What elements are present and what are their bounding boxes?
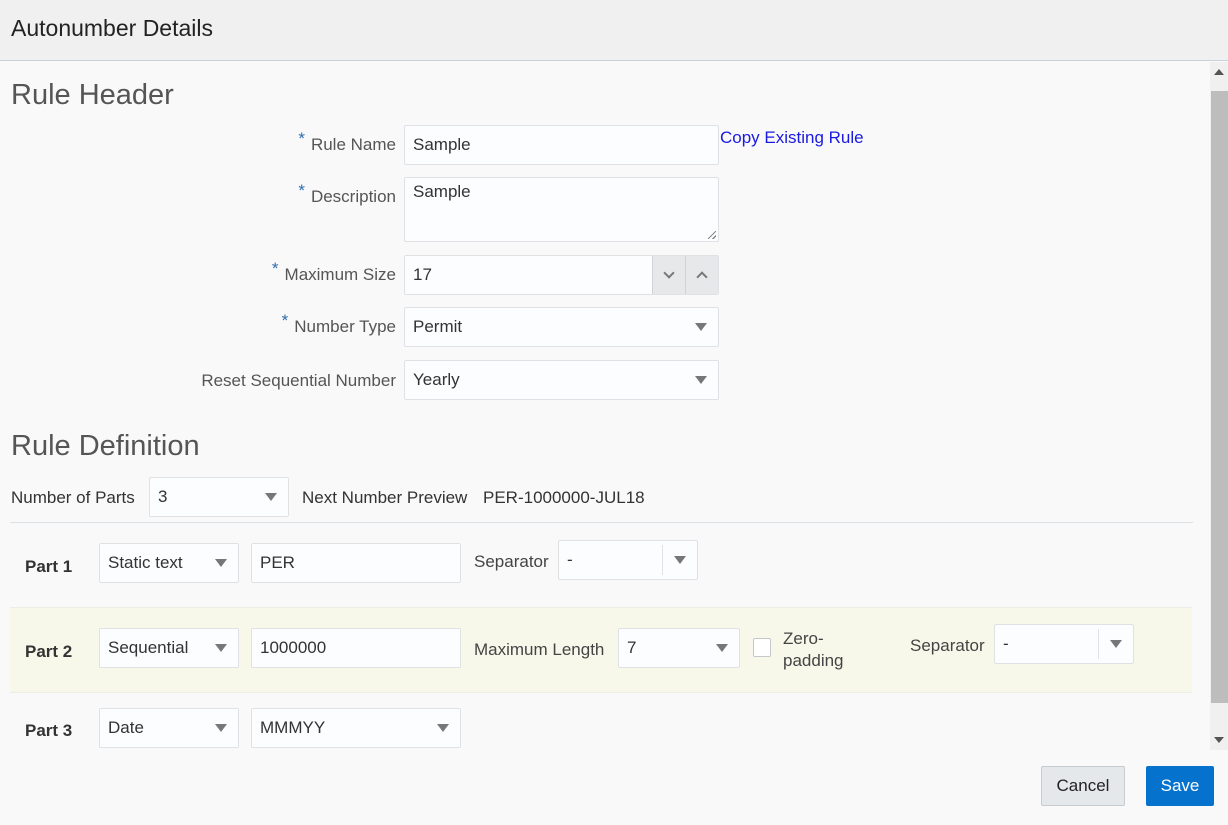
decrement-button[interactable] — [652, 256, 685, 294]
cancel-button[interactable]: Cancel — [1041, 766, 1125, 806]
part-row-2: Part 2 Sequential 1000000 Maximum Length… — [10, 607, 1192, 693]
dropdown-caret-icon — [215, 644, 227, 652]
required-indicator: * — [281, 311, 289, 330]
part-row-1: Part 1 Static text PER Separator - — [10, 529, 1192, 607]
separator-label: Separator — [910, 636, 985, 655]
dropdown-caret-icon — [215, 559, 227, 567]
scroll-down-arrow-icon[interactable] — [1214, 737, 1224, 743]
static-text-input[interactable]: PER — [251, 543, 461, 583]
dialog-content: Rule Header * Rule Name Sample Copy Exist… — [0, 61, 1210, 750]
rule-header-heading: Rule Header — [11, 79, 174, 111]
divider — [10, 522, 1193, 523]
part-label: Part 1 — [25, 557, 73, 576]
part-type-select[interactable]: Sequential — [99, 628, 239, 668]
next-number-preview-label: Next Number Preview — [302, 488, 468, 507]
increment-button[interactable] — [685, 256, 718, 294]
number-of-parts-select[interactable]: 3 — [149, 477, 289, 517]
part-label: Part 3 — [25, 721, 73, 740]
dropdown-caret-icon — [1110, 640, 1122, 648]
separator-select[interactable]: - — [558, 540, 698, 580]
reset-sequential-number-label: Reset Sequential Number — [201, 371, 396, 390]
required-indicator: * — [298, 181, 305, 200]
dialog-title: Autonumber Details — [11, 15, 213, 41]
description-label: * Description — [298, 181, 396, 206]
description-textarea[interactable]: Sample — [404, 177, 719, 242]
part-type-select[interactable]: Static text — [99, 543, 239, 583]
scroll-up-arrow-icon[interactable] — [1214, 69, 1224, 75]
dropdown-caret-icon — [695, 323, 707, 331]
dropdown-caret-icon — [674, 556, 686, 564]
dropdown-caret-icon — [716, 644, 728, 652]
zero-padding-label: Zero-padding — [783, 629, 844, 670]
chevron-down-icon — [663, 267, 675, 279]
number-of-parts-label: Number of Parts — [11, 488, 135, 507]
maximum-size-stepper[interactable]: 17 — [404, 255, 719, 295]
maximum-length-label: Maximum Length — [474, 640, 605, 659]
sequential-start-input[interactable]: 1000000 — [251, 628, 461, 668]
part-type-select[interactable]: Date — [99, 708, 239, 748]
reset-sequential-number-select[interactable]: Yearly — [404, 360, 719, 400]
dialog-header: Autonumber Details — [0, 0, 1228, 61]
separator-select[interactable]: - — [994, 624, 1134, 664]
dropdown-caret-icon — [265, 493, 277, 501]
separator-label: Separator — [474, 552, 549, 571]
required-indicator: * — [271, 259, 279, 278]
zero-padding-checkbox[interactable] — [753, 638, 771, 657]
chevron-up-icon — [696, 271, 708, 283]
save-button[interactable]: Save — [1146, 766, 1214, 806]
rule-name-label: * Rule Name — [298, 129, 396, 154]
dropdown-caret-icon — [215, 724, 227, 732]
maximum-length-select[interactable]: 7 — [618, 628, 740, 668]
resize-handle-icon[interactable] — [708, 231, 716, 239]
rule-definition-heading: Rule Definition — [11, 430, 200, 462]
required-indicator: * — [298, 129, 305, 148]
next-number-preview-value: PER-1000000-JUL18 — [483, 488, 645, 507]
part-row-3: Part 3 Date MMMYY — [10, 693, 1192, 750]
dropdown-caret-icon — [695, 376, 707, 384]
date-format-select[interactable]: MMMYY — [251, 708, 461, 748]
number-type-label: * Number Type — [281, 311, 396, 336]
dropdown-caret-icon — [437, 724, 449, 732]
vertical-scrollbar[interactable] — [1210, 62, 1228, 750]
scrollbar-thumb[interactable] — [1211, 91, 1228, 703]
number-type-select[interactable]: Permit — [404, 307, 719, 347]
rule-name-input[interactable]: Sample — [404, 125, 719, 165]
part-label: Part 2 — [25, 642, 73, 661]
maximum-size-label: * Maximum Size — [271, 259, 396, 284]
copy-existing-rule-link[interactable]: Copy Existing Rule — [720, 128, 864, 148]
